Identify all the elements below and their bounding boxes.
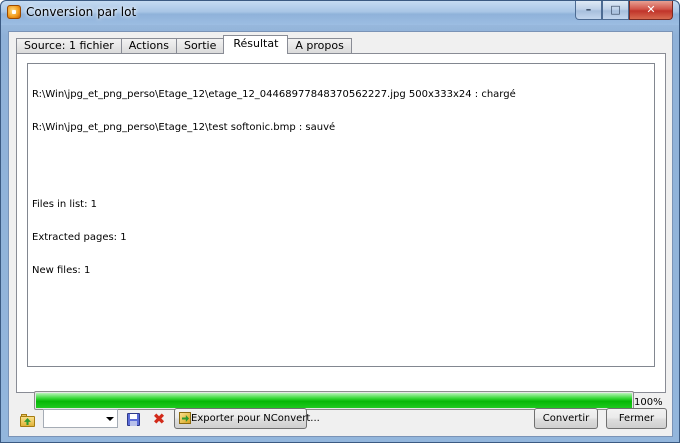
convert-label: Convertir: [542, 413, 590, 424]
summary-files-in-list: Files in list: 1: [32, 199, 98, 210]
bottom-toolbar: ✖ Exporter pour NConvert... Convertir Fe…: [9, 402, 674, 436]
summary-extracted-pages: Extracted pages: 1: [32, 232, 127, 243]
tab-source[interactable]: Source: 1 fichier: [16, 38, 122, 54]
export-icon: [179, 412, 191, 424]
dialog-client: Source: 1 fichier Actions Sortie Résulta…: [8, 31, 673, 437]
tab-resultat[interactable]: Résultat: [223, 35, 289, 54]
result-panel: R:\Win\jpg_et_png_perso\Etage_12\etage_1…: [16, 53, 666, 410]
title-bar[interactable]: Conversion par lot – □ ✕: [1, 1, 679, 25]
app-icon: [7, 5, 21, 19]
preset-dropdown[interactable]: [43, 409, 118, 428]
minimize-button[interactable]: –: [575, 1, 602, 20]
log-line: R:\Win\jpg_et_png_perso\Etage_12\test so…: [32, 122, 336, 133]
tab-a-propos[interactable]: A propos: [287, 38, 352, 54]
caption-buttons: – □ ✕: [575, 1, 673, 21]
maximize-button[interactable]: □: [602, 1, 629, 20]
chevron-down-icon: [106, 417, 114, 421]
window-title: Conversion par lot: [26, 5, 137, 19]
close-label: Fermer: [618, 413, 655, 424]
export-nconvert-button[interactable]: Exporter pour NConvert...: [174, 408, 320, 429]
tab-actions[interactable]: Actions: [120, 38, 177, 54]
log-line: R:\Win\jpg_et_png_perso\Etage_12\etage_1…: [32, 89, 516, 100]
close-button[interactable]: Fermer: [606, 408, 667, 429]
result-log[interactable]: R:\Win\jpg_et_png_perso\Etage_12\etage_1…: [27, 63, 655, 367]
window: Conversion par lot – □ ✕ Source: 1 fichi…: [0, 0, 680, 443]
log-spacer: [32, 155, 650, 177]
save-preset-icon[interactable]: [125, 411, 143, 429]
convert-button[interactable]: Convertir: [534, 408, 598, 429]
delete-preset-icon[interactable]: ✖: [150, 411, 168, 429]
summary-new-files: New files: 1: [32, 265, 91, 276]
load-preset-icon[interactable]: [19, 412, 37, 430]
tab-sortie[interactable]: Sortie: [175, 38, 225, 54]
export-label: Exporter pour NConvert...: [191, 413, 320, 424]
tab-strip: Source: 1 fichier Actions Sortie Résulta…: [16, 35, 352, 54]
close-window-button[interactable]: ✕: [629, 1, 673, 20]
